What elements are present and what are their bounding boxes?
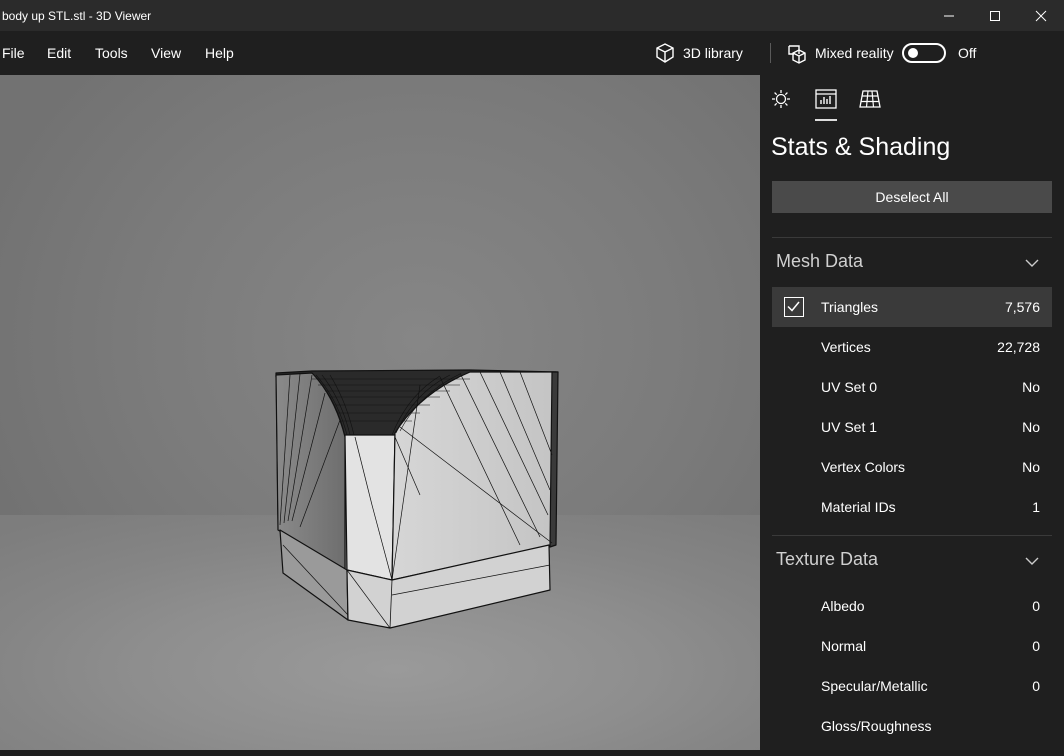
- texture-row-specular-metallic[interactable]: Specular/Metallic 0: [772, 666, 1052, 706]
- mixed-reality-icon: [788, 45, 806, 64]
- mixed-reality-label: Mixed reality: [815, 45, 894, 61]
- row-value: 0: [1032, 638, 1040, 654]
- minimize-button[interactable]: [926, 0, 972, 31]
- mesh-row-uv-set-1[interactable]: UV Set 1 No: [772, 407, 1052, 447]
- row-label: Gloss/Roughness: [821, 718, 932, 734]
- tab-lighting[interactable]: [769, 87, 793, 111]
- texture-data-header[interactable]: Texture Data: [776, 549, 878, 570]
- close-button[interactable]: [1018, 0, 1064, 31]
- chevron-down-icon[interactable]: [1024, 255, 1040, 271]
- active-tab-indicator: [815, 119, 837, 121]
- window-controls: [926, 0, 1064, 31]
- menu-bar: File Edit Tools View Help 3D library Mix…: [0, 31, 1064, 75]
- mesh-row-material-ids[interactable]: Material IDs 1: [772, 487, 1052, 527]
- tab-grid[interactable]: [858, 87, 882, 111]
- row-value: 0: [1032, 598, 1040, 614]
- row-label: UV Set 1: [821, 419, 878, 435]
- chevron-down-icon[interactable]: [1024, 553, 1040, 569]
- mesh-row-vertex-colors[interactable]: Vertex Colors No: [772, 447, 1052, 487]
- row-label: Vertices: [821, 339, 871, 355]
- title-bar: body up STL.stl - 3D Viewer: [0, 0, 1064, 31]
- maximize-button[interactable]: [972, 0, 1018, 31]
- mixed-reality-button[interactable]: Mixed reality: [786, 31, 894, 75]
- divider: [772, 237, 1052, 238]
- menu-edit[interactable]: Edit: [47, 31, 71, 75]
- panel-title: Stats & Shading: [771, 133, 951, 161]
- deselect-all-button[interactable]: Deselect All: [772, 181, 1052, 213]
- panel-tabs: [760, 75, 1064, 125]
- texture-row-normal[interactable]: Normal 0: [772, 626, 1052, 666]
- row-value: No: [1022, 379, 1040, 395]
- maximize-icon: [990, 10, 1000, 21]
- cube-icon: [656, 43, 674, 63]
- lighting-icon: [772, 90, 790, 108]
- row-label: Specular/Metallic: [821, 678, 928, 694]
- row-value: 7,576: [1004, 299, 1040, 315]
- stats-icon: [815, 89, 837, 109]
- tab-stats[interactable]: [814, 87, 838, 111]
- mesh-row-vertices[interactable]: Vertices 22,728: [772, 327, 1052, 367]
- mesh-data-header[interactable]: Mesh Data: [776, 251, 863, 272]
- row-label: Normal: [821, 638, 867, 654]
- row-value: 22,728: [997, 339, 1040, 355]
- triangles-checkbox[interactable]: [784, 297, 804, 317]
- mesh-row-triangles[interactable]: Triangles 7,576: [772, 287, 1052, 327]
- mesh-model: [275, 369, 559, 629]
- 3d-library-label: 3D library: [683, 45, 743, 61]
- mesh-row-uv-set-0[interactable]: UV Set 0 No: [772, 367, 1052, 407]
- grid-icon: [859, 90, 881, 108]
- row-value: No: [1022, 419, 1040, 435]
- menu-file[interactable]: File: [2, 31, 25, 75]
- toggle-knob: [908, 48, 918, 58]
- divider: [772, 535, 1052, 536]
- menu-tools[interactable]: Tools: [95, 31, 128, 75]
- row-label: Vertex Colors: [821, 459, 906, 475]
- row-value: 1: [1032, 499, 1040, 515]
- close-icon: [1035, 10, 1047, 21]
- row-label: Material IDs: [821, 499, 896, 515]
- stats-shading-panel: Stats & Shading Deselect All Mesh Data T…: [760, 75, 1064, 756]
- row-label: Albedo: [821, 598, 865, 614]
- row-value: No: [1022, 459, 1040, 475]
- 3d-library-button[interactable]: 3D library: [654, 31, 743, 75]
- toggle-state-label: Off: [958, 45, 977, 61]
- 3d-viewport[interactable]: [0, 75, 760, 750]
- mixed-reality-toggle[interactable]: [902, 43, 946, 63]
- texture-row-gloss-roughness[interactable]: Gloss/Roughness: [772, 706, 1052, 746]
- model-render: [275, 369, 559, 629]
- toolbar-separator: [770, 43, 771, 63]
- row-label: Triangles: [821, 299, 879, 315]
- menu-view[interactable]: View: [151, 31, 181, 75]
- window-title: body up STL.stl - 3D Viewer: [2, 8, 152, 23]
- checkmark-icon: [787, 301, 800, 312]
- menu-help[interactable]: Help: [205, 31, 234, 75]
- texture-row-albedo[interactable]: Albedo 0: [772, 586, 1052, 626]
- minimize-icon: [944, 15, 954, 16]
- row-label: UV Set 0: [821, 379, 878, 395]
- row-value: 0: [1032, 678, 1040, 694]
